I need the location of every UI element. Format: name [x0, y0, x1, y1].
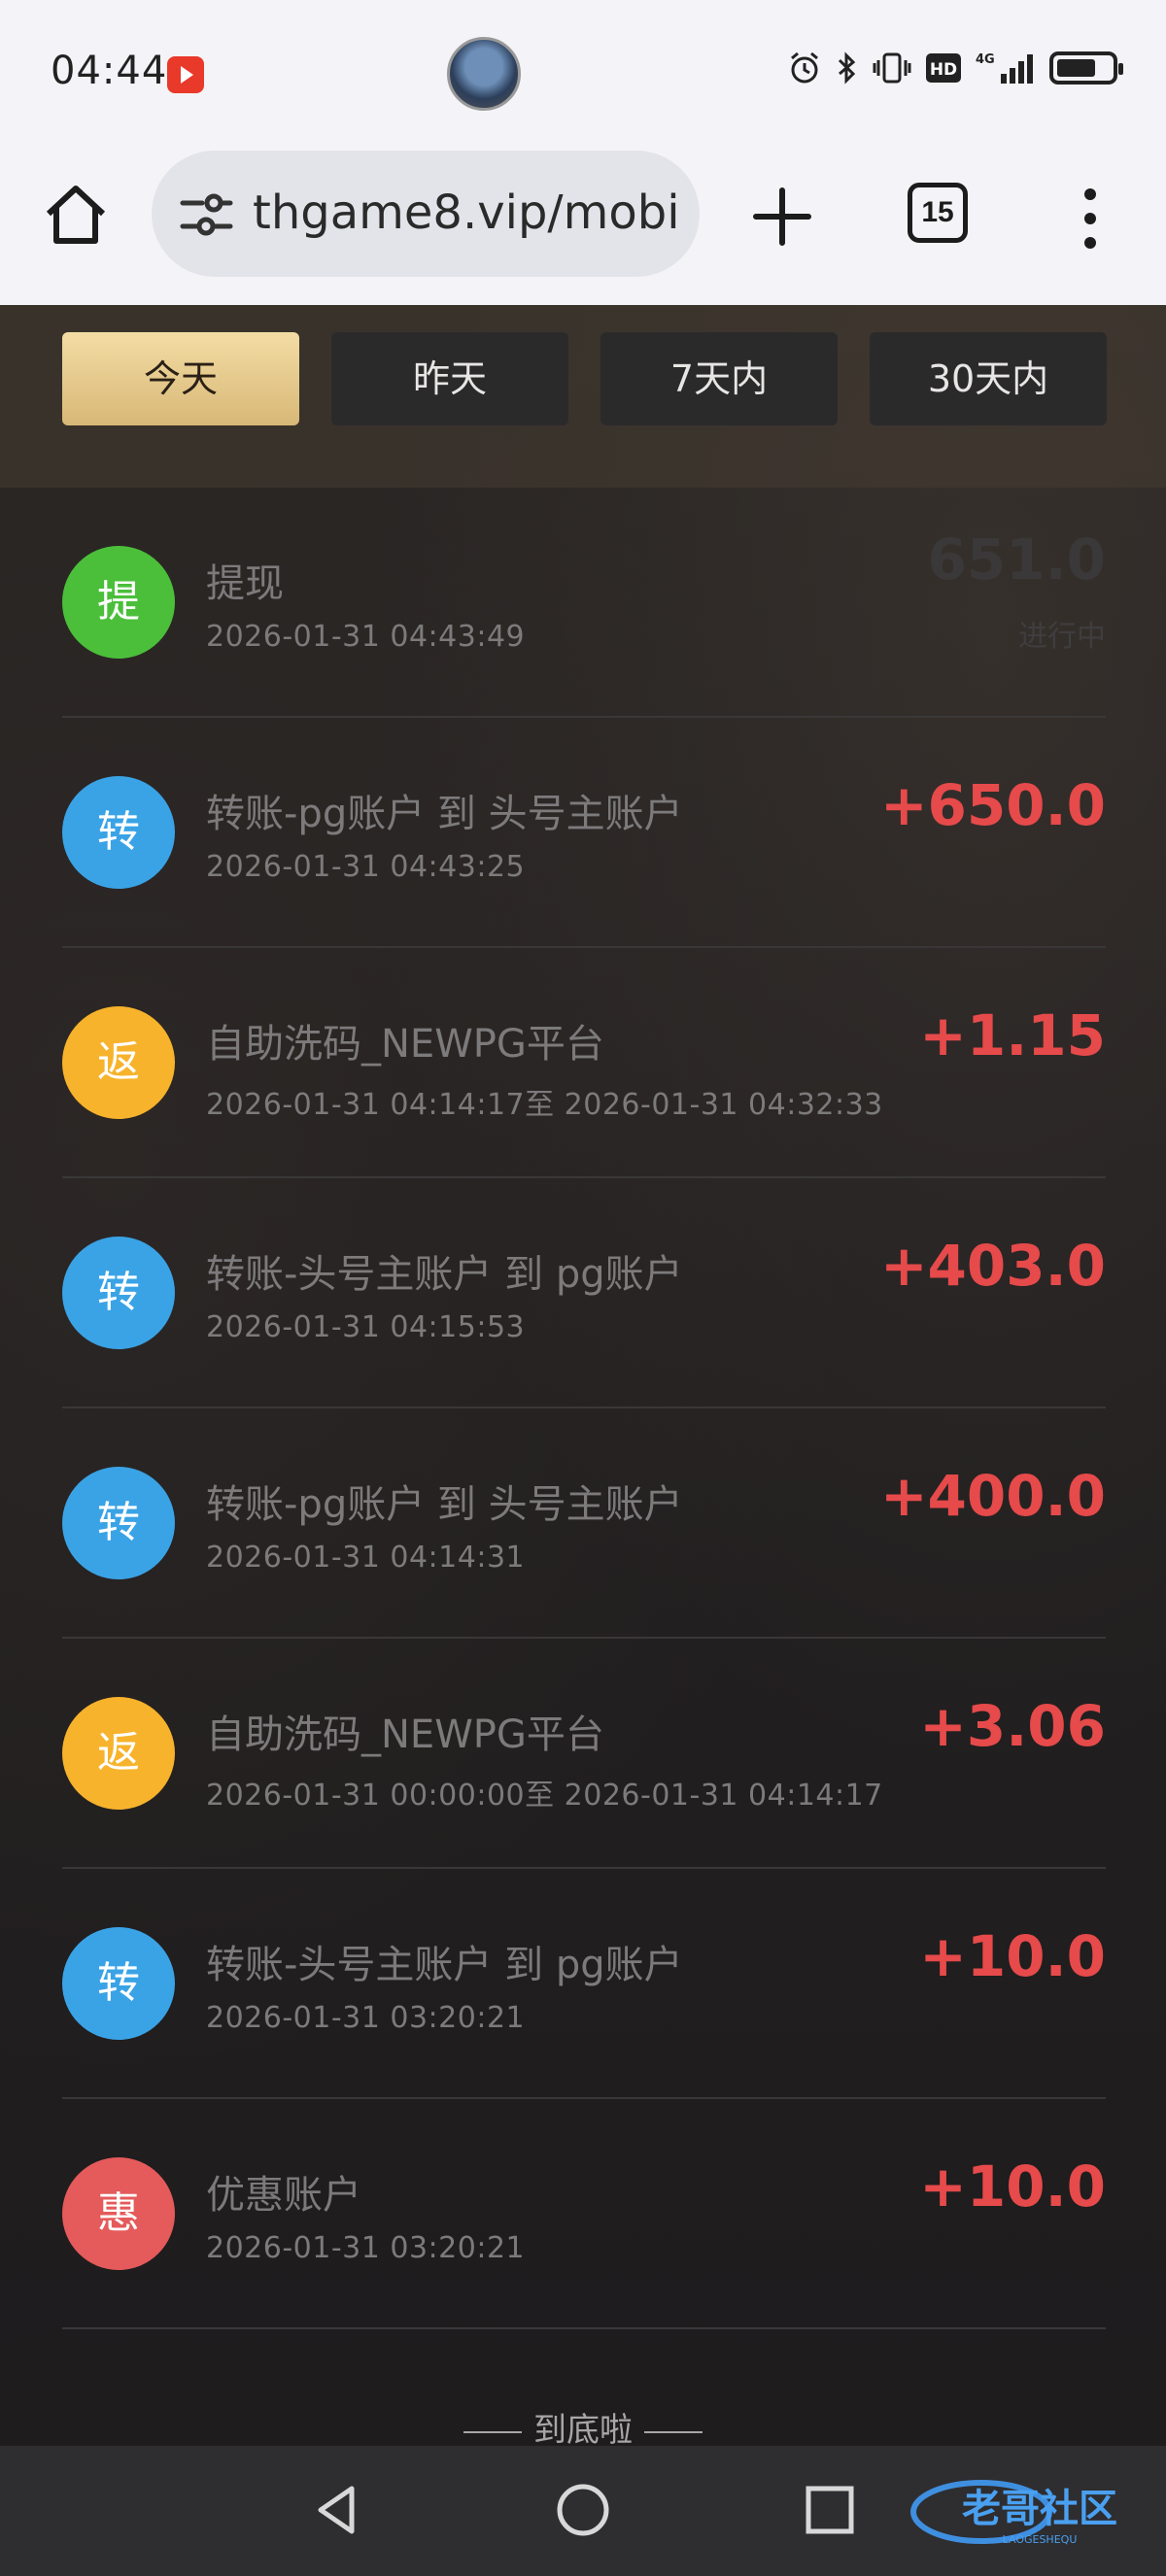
transaction-time: 2026-01-31 04:15:53 [206, 1310, 526, 1344]
transaction-title: 自助洗码_NEWPG平台 [206, 1022, 604, 1067]
transaction-amount: +403.0 [879, 1233, 1106, 1299]
transaction-type-badge: 返 [62, 1697, 175, 1810]
date-filter-bar: 今天 昨天 7天内 30天内 [0, 305, 1166, 488]
transaction-row[interactable]: 惠优惠账户 2026-01-31 03:20:21 +10.0 [62, 2099, 1106, 2329]
transaction-type-badge: 返 [62, 1006, 175, 1119]
transaction-time: 2026-01-31 03:20:21 [206, 2231, 526, 2265]
video-app-icon [167, 56, 204, 93]
status-time: 04:44 [51, 49, 168, 93]
transaction-time: 2026-01-31 04:43:25 [206, 850, 526, 884]
battery-level [1057, 59, 1096, 77]
transaction-amount: +400.0 [879, 1463, 1106, 1529]
svg-text:HD: HD [930, 60, 957, 80]
transaction-type-badge: 提 [62, 546, 175, 659]
end-of-list-text: 到底啦 [533, 2411, 633, 2450]
avatar [447, 37, 521, 111]
transaction-type-badge: 惠 [62, 2157, 175, 2270]
transaction-title: 转账-头号主账户 到 pg账户 [206, 1252, 683, 1297]
status-bar: 04:44 HD 4G [0, 0, 1166, 146]
transaction-amount: +10.0 [919, 1923, 1106, 1989]
transaction-list: 提提现 2026-01-31 04:43:49 651.0 进行中转转账-pg账户 到… [62, 488, 1106, 2329]
transaction-amount: +10.0 [919, 2153, 1106, 2220]
browser-toolbar: thgame8.vip/mobil 15 [0, 146, 1166, 305]
page-content: 今天 昨天 7天内 30天内 提提现 2026-01-31 04:43:49 651… [0, 305, 1166, 2450]
url-text[interactable]: thgame8.vip/mobil [253, 186, 680, 240]
filter-7-days[interactable]: 7天内 [600, 332, 838, 425]
transaction-title: 转账-头号主账户 到 pg账户 [206, 1943, 683, 1987]
transaction-row[interactable]: 返自助洗码_NEWPG平台 2026-01-31 00:00:00至 2026-0… [62, 1639, 1106, 1869]
divider-left [463, 2430, 522, 2433]
new-tab-icon[interactable] [748, 183, 816, 251]
tab-switcher-button[interactable]: 15 [908, 183, 968, 243]
transaction-row[interactable]: 转转账-头号主账户 到 pg账户 2026-01-31 04:15:53 +403.… [62, 1178, 1106, 1408]
transaction-time: 2026-01-31 00:00:00至 2026-01-31 04:14:17 [206, 1779, 883, 1813]
transaction-row[interactable]: 转转账-pg账户 到 头号主账户 2026-01-31 04:14:31 +400.… [62, 1408, 1106, 1639]
svg-text:老哥社区: 老哥社区 [962, 2487, 1117, 2531]
transaction-title: 自助洗码_NEWPG平台 [206, 1712, 604, 1757]
transaction-type-badge: 转 [62, 1467, 175, 1579]
transaction-row[interactable]: 返自助洗码_NEWPG平台 2026-01-31 04:14:17至 2026-0… [62, 948, 1106, 1178]
battery-icon [1049, 51, 1123, 85]
transaction-title: 提现 [206, 561, 284, 606]
transaction-time: 2026-01-31 03:20:21 [206, 2001, 526, 2035]
vibrate-icon [873, 52, 911, 84]
more-menu-icon[interactable] [1069, 185, 1112, 253]
address-bar[interactable]: thgame8.vip/mobil [152, 151, 700, 277]
svg-text:4G: 4G [976, 52, 995, 67]
transaction-type-badge: 转 [62, 1927, 175, 2040]
recents-icon[interactable] [803, 2483, 857, 2537]
divider-right [644, 2430, 703, 2433]
site-settings-icon[interactable] [179, 193, 233, 236]
home-circle-icon[interactable] [554, 2481, 612, 2539]
signal-4g-icon: 4G [976, 52, 1033, 84]
transaction-amount: +3.06 [919, 1693, 1106, 1759]
transaction-type-badge: 转 [62, 1237, 175, 1349]
back-icon[interactable] [309, 2481, 367, 2539]
transaction-row[interactable]: 提提现 2026-01-31 04:43:49 651.0 进行中 [62, 488, 1106, 718]
transaction-time: 2026-01-31 04:14:17至 2026-01-31 04:32:33 [206, 1088, 883, 1122]
transaction-title: 转账-pg账户 到 头号主账户 [206, 1482, 683, 1527]
transaction-type-badge: 转 [62, 776, 175, 889]
home-icon[interactable] [41, 181, 111, 251]
transaction-time: 2026-01-31 04:43:49 [206, 620, 526, 654]
bluetooth-icon [838, 51, 856, 85]
system-nav-bar: 老哥社区 LAOGESHEQU [0, 2446, 1166, 2576]
status-icons: HD 4G [787, 51, 1123, 85]
end-of-list: 到底啦 [0, 2403, 1166, 2451]
transaction-amount: 651.0 [927, 526, 1106, 593]
filter-today[interactable]: 今天 [62, 332, 299, 425]
watermark-logo: 老哥社区 LAOGESHEQU [910, 2480, 1117, 2546]
transaction-status: 进行中 [1018, 620, 1106, 654]
svg-text:LAOGESHEQU: LAOGESHEQU [1003, 2533, 1078, 2546]
transaction-amount: +1.15 [919, 1002, 1106, 1068]
transaction-time: 2026-01-31 04:14:31 [206, 1541, 526, 1575]
filter-yesterday[interactable]: 昨天 [331, 332, 568, 425]
transaction-title: 优惠账户 [206, 2173, 361, 2218]
filter-30-days[interactable]: 30天内 [870, 332, 1107, 425]
transaction-row[interactable]: 转转账-头号主账户 到 pg账户 2026-01-31 03:20:21 +10.0 [62, 1869, 1106, 2099]
transaction-row[interactable]: 转转账-pg账户 到 头号主账户 2026-01-31 04:43:25 +650.… [62, 718, 1106, 948]
hd-icon: HD [926, 53, 961, 83]
transaction-amount: +650.0 [879, 772, 1106, 838]
transaction-title: 转账-pg账户 到 头号主账户 [206, 792, 683, 836]
alarm-icon [791, 51, 818, 84]
